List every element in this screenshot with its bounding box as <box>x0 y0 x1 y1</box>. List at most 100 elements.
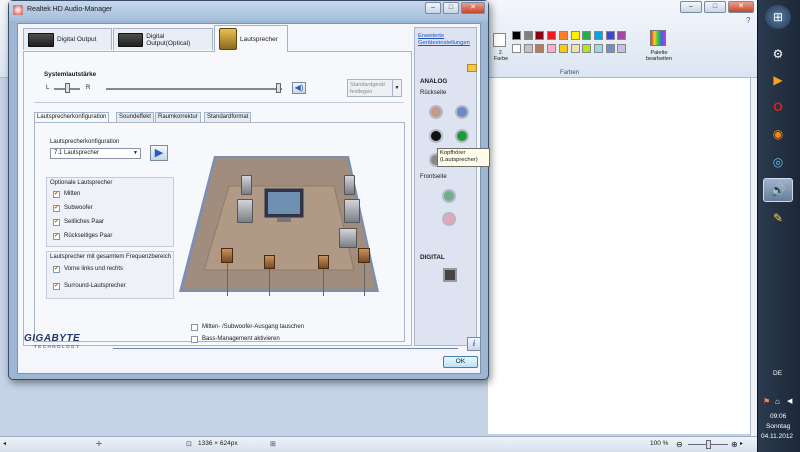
checkbox-bass-management[interactable] <box>191 336 198 343</box>
paint-icon[interactable]: ✎ <box>763 206 793 230</box>
tab-label: Digital Output(Optical) <box>146 32 191 47</box>
bottom-divider <box>113 348 458 349</box>
language-indicator[interactable]: DE <box>773 370 782 377</box>
digital-port-icon[interactable] <box>443 268 457 282</box>
color-swatch[interactable] <box>512 44 521 53</box>
rear-left-speaker[interactable] <box>221 248 233 263</box>
maximize-button[interactable]: □ <box>704 1 726 13</box>
rear-right-speaker[interactable] <box>358 248 370 263</box>
color-swatch[interactable] <box>558 44 568 53</box>
color-swatch[interactable] <box>535 44 545 53</box>
front-jack-green[interactable] <box>442 189 456 203</box>
color-swatch[interactable] <box>617 31 627 40</box>
volume-tray-icon[interactable]: ◀ <box>787 397 792 405</box>
window-titlebar[interactable]: Realtek HD Audio-Manager – □ ✕ <box>9 1 488 21</box>
zoom-in-icon[interactable]: ⊕ <box>731 440 738 449</box>
color-swatch[interactable] <box>547 31 557 40</box>
color-swatch[interactable] <box>593 44 603 53</box>
volume-slider-thumb[interactable] <box>276 83 281 93</box>
config-select[interactable]: 7.1 Lautsprecher ▼ <box>50 148 141 159</box>
side-left-speaker[interactable] <box>237 199 253 223</box>
drawing-canvas[interactable] <box>488 78 750 434</box>
front-left-speaker[interactable] <box>241 175 252 195</box>
optional-group-label: Optionale Lautsprecher <box>50 180 113 186</box>
color-swatch[interactable] <box>582 31 592 40</box>
balance-left-label: L <box>46 85 50 91</box>
help-icon[interactable]: ? <box>746 16 750 25</box>
close-button[interactable]: ✕ <box>728 1 754 13</box>
checkbox-surround[interactable]: ✔ <box>53 283 60 290</box>
network-icon[interactable]: ⌂ <box>775 397 780 406</box>
windows-start-icon[interactable]: ⊞ <box>765 5 791 29</box>
zoom-out-icon[interactable]: ⊖ <box>676 440 683 449</box>
palette-icon[interactable] <box>650 30 666 46</box>
balance-slider-thumb[interactable] <box>65 83 70 93</box>
rear-jack-pink[interactable] <box>429 105 443 119</box>
checkbox-subwoofer[interactable]: ✔ <box>53 205 60 212</box>
color-swatch[interactable] <box>617 44 627 53</box>
subwoofer-speaker[interactable] <box>339 228 357 248</box>
status-bar: ◂ ▸ ✛ ⊡ 1336 × 624px ⊞ 100 % ⊖ ⊕ <box>0 436 757 452</box>
folder-icon[interactable] <box>467 64 477 72</box>
media-player-icon[interactable]: ▶ <box>763 68 793 92</box>
default-device-dropdown[interactable]: Standardgerät festlegen ▼ <box>347 79 402 97</box>
color-swatch[interactable] <box>593 31 603 40</box>
tab-lautsprecher[interactable]: Lautsprecher <box>214 25 288 52</box>
realtek-close-button[interactable]: ✕ <box>461 2 485 14</box>
realtek-speaker-icon[interactable]: 🔊 <box>763 178 793 202</box>
checkbox-subwoofer-label: Subwoofer <box>64 205 93 211</box>
color-swatch[interactable] <box>558 31 568 40</box>
checkbox-swap-center-sub[interactable] <box>191 324 198 331</box>
play-test-button[interactable]: ▶ <box>150 145 168 161</box>
info-icon[interactable]: i <box>467 337 481 351</box>
edit-palette-button[interactable]: Palette bearbeiten <box>640 50 678 62</box>
firefox-icon[interactable]: ◉ <box>763 122 793 146</box>
steam-icon[interactable]: ⚙ <box>763 42 793 66</box>
mute-speaker-icon[interactable]: ◀) <box>292 82 306 94</box>
realtek-minimize-button[interactable]: – <box>425 2 441 14</box>
surround-right-speaker[interactable] <box>318 255 329 269</box>
surround-left-speaker[interactable] <box>264 255 275 269</box>
tab-digital-output[interactable]: Digital Output <box>23 28 112 50</box>
balance-right-label: R <box>86 85 91 91</box>
zoom-slider-thumb[interactable] <box>706 440 711 449</box>
realtek-maximize-button[interactable]: □ <box>443 2 459 14</box>
color-swatch[interactable] <box>535 31 545 40</box>
color-swatch[interactable] <box>570 31 580 40</box>
rear-jack-blue[interactable] <box>455 105 469 119</box>
status-left-arrow-icon[interactable]: ◂ <box>3 440 6 447</box>
color2-swatch[interactable] <box>493 33 506 47</box>
opera-icon[interactable]: O <box>763 95 793 119</box>
status-right-arrow-icon[interactable]: ▸ <box>740 440 743 447</box>
side-right-speaker[interactable] <box>344 199 360 223</box>
color-swatch[interactable] <box>570 44 580 53</box>
tab-digital-output-optical[interactable]: Digital Output(Optical) <box>113 28 213 50</box>
front-right-speaker[interactable] <box>344 175 355 195</box>
minimize-button[interactable]: – <box>680 1 702 13</box>
gigabyte-logo: GIGABYTE <box>24 333 81 344</box>
front-label: Frontseite <box>420 174 447 180</box>
color-swatch[interactable] <box>582 44 592 53</box>
checkbox-rear-pair[interactable]: ✔ <box>53 233 60 240</box>
vertical-scrollbar[interactable] <box>750 78 757 436</box>
color-swatch[interactable] <box>605 31 615 40</box>
clock-date[interactable]: 04.11.2012 <box>761 433 793 440</box>
volume-slider[interactable] <box>106 88 282 90</box>
color-swatch[interactable] <box>605 44 615 53</box>
color-swatch[interactable] <box>547 44 557 53</box>
ok-button[interactable]: OK <box>443 356 478 368</box>
rear-jack-black[interactable] <box>429 129 443 143</box>
advanced-settings-link[interactable]: Erweiterte Geräteeinstellungen <box>418 33 470 47</box>
clock-icon[interactable]: ◎ <box>763 150 793 174</box>
rear-jack-green[interactable] <box>455 129 469 143</box>
front-jack-pink[interactable] <box>442 212 456 226</box>
clock-day[interactable]: Sonntag <box>766 423 790 430</box>
clock-time[interactable]: 09:06 <box>770 413 786 420</box>
color-swatch[interactable] <box>523 31 533 40</box>
color-swatch[interactable] <box>523 44 533 53</box>
checkbox-side-pair[interactable]: ✔ <box>53 219 60 226</box>
checkbox-front-lr[interactable]: ✔ <box>53 266 60 273</box>
notification-flag-icon[interactable]: ⚑ <box>763 397 770 406</box>
color-swatch[interactable] <box>512 31 521 40</box>
checkbox-center[interactable]: ✔ <box>53 191 60 198</box>
